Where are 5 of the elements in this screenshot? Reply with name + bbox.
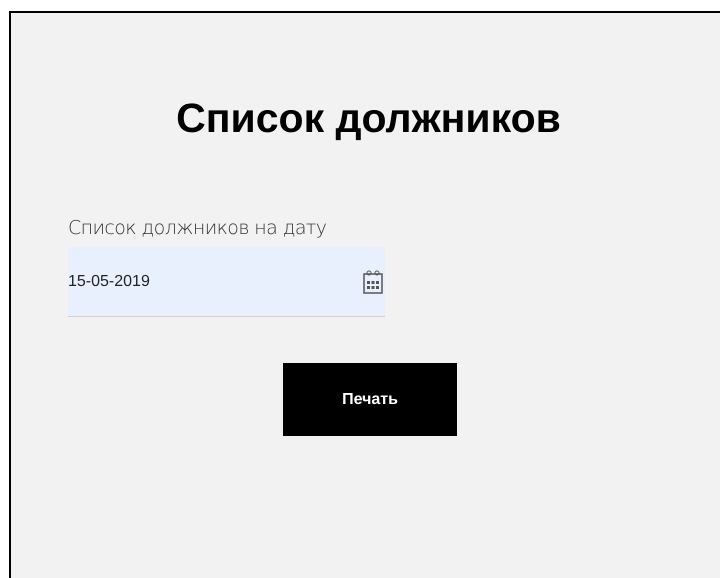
page-title: Список должников: [175, 95, 562, 142]
print-button[interactable]: Печать: [283, 363, 457, 436]
field-label: Список должников на дату: [68, 217, 328, 239]
date-field[interactable]: 15-05-2019: [68, 247, 385, 317]
calendar-icon[interactable]: [363, 270, 383, 294]
